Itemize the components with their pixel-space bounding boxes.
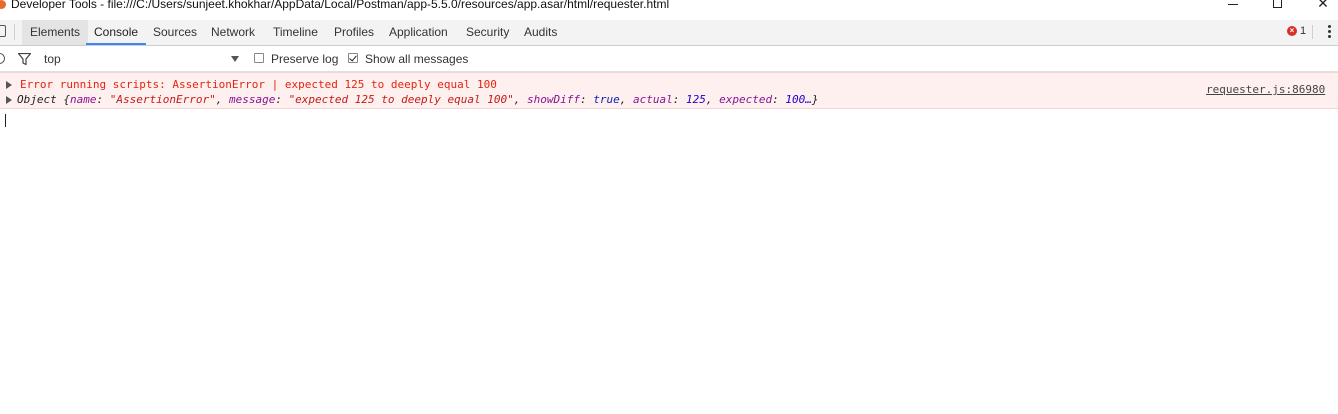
more-options-icon[interactable]	[1328, 24, 1332, 40]
devtools-tabbar: Elements Console Sources Network Timelin…	[0, 20, 1338, 46]
window-title: Developer Tools - file:///C:/Users/sunje…	[11, 0, 670, 11]
error-text: Error running scripts: AssertionError | …	[20, 78, 497, 91]
filter-icon[interactable]	[18, 53, 31, 65]
tab-profiles[interactable]: Profiles	[326, 20, 382, 45]
close-button[interactable]: ✕	[1308, 0, 1338, 12]
close-icon: ✕	[1317, 0, 1329, 11]
tabbar-divider	[14, 24, 15, 40]
postman-app-icon	[0, 0, 6, 9]
maximize-button[interactable]	[1262, 0, 1292, 12]
error-row: Error running scripts: AssertionError | …	[0, 78, 1338, 96]
inspect-element-icon[interactable]	[0, 25, 6, 37]
error-count[interactable]: 1	[1300, 24, 1306, 38]
console-prompt-cursor[interactable]	[5, 114, 6, 127]
console-toolbar: top Preserve log Show all messages	[0, 46, 1338, 72]
tab-elements[interactable]: Elements	[22, 20, 89, 45]
tab-sources[interactable]: Sources	[145, 20, 205, 45]
maximize-icon	[1272, 0, 1282, 8]
console-error-message: Error running scripts: AssertionError | …	[0, 72, 1338, 109]
expand-triangle-icon[interactable]	[6, 81, 12, 89]
show-all-messages-label[interactable]: Show all messages	[365, 51, 468, 67]
window-titlebar: Developer Tools - file:///C:/Users/sunje…	[0, 0, 1338, 14]
context-selector[interactable]: top	[44, 51, 61, 67]
error-count-icon[interactable]: ×	[1287, 26, 1297, 36]
tab-console[interactable]: Console	[86, 20, 147, 45]
tabbar-divider-right	[1312, 25, 1313, 39]
tab-timeline[interactable]: Timeline	[265, 20, 326, 45]
tab-network[interactable]: Network	[203, 20, 263, 45]
preserve-log-label[interactable]: Preserve log	[271, 51, 338, 67]
minimize-icon	[1228, 3, 1238, 5]
minimize-button[interactable]	[1218, 0, 1248, 12]
tab-application[interactable]: Application	[381, 20, 456, 45]
object-preview[interactable]: Object {name: "AssertionError", message:…	[17, 93, 818, 107]
preserve-log-checkbox[interactable]	[254, 53, 264, 63]
tab-security[interactable]: Security	[458, 20, 517, 45]
console-output[interactable]: Error running scripts: AssertionError | …	[0, 72, 1338, 414]
object-row: Object {name: "AssertionError", message:…	[0, 93, 1338, 107]
clear-console-icon[interactable]	[0, 53, 5, 64]
tab-audits[interactable]: Audits	[516, 20, 565, 45]
expand-object-icon[interactable]	[6, 96, 12, 104]
chevron-down-icon[interactable]	[231, 56, 239, 62]
show-all-messages-checkbox[interactable]	[348, 53, 358, 63]
